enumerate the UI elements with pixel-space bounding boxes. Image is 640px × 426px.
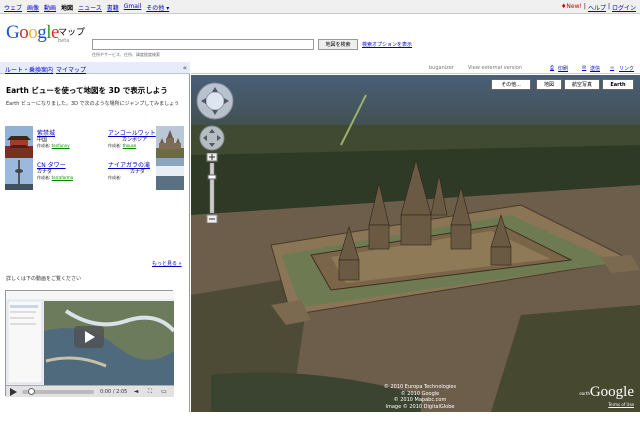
look-control-icon[interactable]	[195, 81, 235, 121]
place-country: カナダ	[130, 169, 146, 175]
sidebar-tabs: ルート・乗換案内 マイマップ «	[0, 62, 190, 74]
tab-routes[interactable]: ルート・乗換案内	[5, 65, 53, 74]
zoom-slider[interactable]	[206, 153, 218, 223]
nav-video[interactable]: 動画	[44, 3, 56, 12]
print-icon[interactable]: ⎙	[550, 65, 554, 71]
volume-icon[interactable]: ◄	[132, 388, 140, 395]
nav-images[interactable]: 画像	[27, 3, 39, 12]
tutorial-video[interactable]: 0:00 / 2:05 ◄ ⛶ ▭	[5, 290, 174, 397]
angkor-wat-thumbnail	[156, 126, 184, 158]
help-link[interactable]: ヘルプ	[588, 3, 606, 12]
sidebar: ルート・乗換案内 マイマップ « Earth ビューを使って地図を 3D で表示…	[0, 62, 190, 412]
play-icon[interactable]	[10, 388, 17, 396]
video-time: 0:00 / 2:05	[100, 389, 128, 395]
search-button[interactable]: 地図を検索	[318, 39, 358, 50]
place-author: 作成者: tenfunny	[37, 143, 70, 148]
nav-web[interactable]: ウェブ	[4, 3, 22, 12]
expand-icon[interactable]: ▭	[160, 388, 168, 395]
video-scrubber[interactable]	[28, 388, 35, 395]
external-version-link[interactable]: View external version	[468, 65, 522, 71]
map-type-satellite-button[interactable]: 航空写真	[564, 79, 600, 90]
video-controls: 0:00 / 2:05 ◄ ⛶ ▭	[6, 385, 174, 397]
buganizer-link[interactable]: buganizer	[429, 65, 454, 71]
map-type-earth-button[interactable]: Earth	[602, 79, 634, 90]
collapse-sidebar-icon[interactable]: «	[183, 64, 187, 72]
place-country: カンボジア	[122, 137, 148, 143]
page-footer	[0, 412, 640, 426]
search-options-link[interactable]: 検索オプションを表示	[362, 41, 412, 48]
cn-tower-thumbnail	[5, 158, 33, 190]
send-icon[interactable]: ✉	[582, 65, 586, 71]
link-link[interactable]: リンク	[619, 65, 634, 72]
link-icon[interactable]: ∞	[610, 65, 614, 71]
place-author: 作成者: terraforma	[37, 175, 74, 180]
play-overlay-icon[interactable]	[74, 326, 104, 348]
map-type-map-button[interactable]: 地図	[536, 79, 562, 90]
fullscreen-icon[interactable]: ⛶	[146, 388, 154, 395]
place-author: 作成者:	[108, 175, 122, 180]
earth-view[interactable]: その他... 地図 航空写真 Earth	[191, 75, 640, 412]
beta-label: beta	[58, 38, 70, 44]
nav-more[interactable]: その他 ▾	[146, 3, 169, 12]
print-link[interactable]: 印刷	[558, 65, 568, 72]
search-hint: 住所やサービス、住所、緯度経度検索	[92, 52, 160, 57]
forbidden-city-thumbnail	[5, 126, 33, 158]
place-niagara-falls[interactable]: ナイアガラの滝 カナダ 作成者:	[108, 158, 198, 192]
terms-of-use-link[interactable]: Terms of Use	[608, 402, 634, 407]
earth-view-title: Earth ビューを使って地図を 3D で表示しよう	[6, 86, 168, 95]
map-credits: © 2010 Europa Technologies © 2010 Google…	[383, 384, 457, 410]
niagara-falls-thumbnail	[156, 158, 184, 190]
place-angkor-wat[interactable]: アンコールワット カンボジア 作成者: thouse	[108, 126, 198, 160]
video-frame[interactable]	[6, 291, 174, 385]
place-forbidden-city[interactable]: 紫禁城 中国 作成者: tenfunny	[5, 126, 95, 160]
google-logo[interactable]: Google	[6, 22, 59, 44]
pan-control-icon[interactable]	[199, 125, 225, 151]
angkor-wat-3d-scene	[191, 75, 640, 412]
earth-logo-label: earth	[579, 391, 590, 396]
earth-view-description: Earth ビューになりました。3D で次のような場所にジャンプしてみましょう	[6, 101, 180, 107]
nav-books[interactable]: 書籍	[107, 3, 119, 12]
nav-gmail[interactable]: Gmail	[124, 3, 142, 12]
top-nav-bar: ウェブ 画像 動画 地図 ニュース 書籍 Gmail その他 ▾ ♦New! |…	[0, 0, 640, 14]
login-link[interactable]: ログイン	[612, 3, 636, 12]
place-country: カナダ	[37, 169, 53, 175]
more-layers-button[interactable]: その他...	[491, 79, 531, 90]
product-name: マップ	[58, 28, 86, 38]
new-badge[interactable]: ♦New!	[561, 3, 582, 12]
search-input[interactable]	[92, 39, 314, 50]
google-earth-logo: Google	[589, 384, 634, 400]
nav-news[interactable]: ニュース	[78, 3, 102, 12]
place-author: 作成者: thouse	[108, 143, 137, 148]
service-nav: ウェブ 画像 動画 地図 ニュース 書籍 Gmail その他 ▾	[4, 3, 169, 12]
place-cn-tower[interactable]: CN タワー カナダ 作成者: terraforma	[5, 158, 95, 192]
map-toolbar: buganizer View external version ⎙ 印刷 ✉ 送…	[191, 62, 640, 74]
account-links: ♦New! | ヘルプ | ログイン	[561, 3, 636, 12]
tab-mymaps[interactable]: マイマップ	[56, 65, 86, 74]
nav-maps[interactable]: 地図	[61, 3, 73, 12]
place-country: 中国	[37, 137, 48, 143]
more-places-link[interactable]: もっと見る »	[152, 260, 182, 267]
video-prompt: 詳しくは下の動画をご覧ください	[6, 276, 82, 282]
send-link[interactable]: 送信	[590, 65, 600, 72]
